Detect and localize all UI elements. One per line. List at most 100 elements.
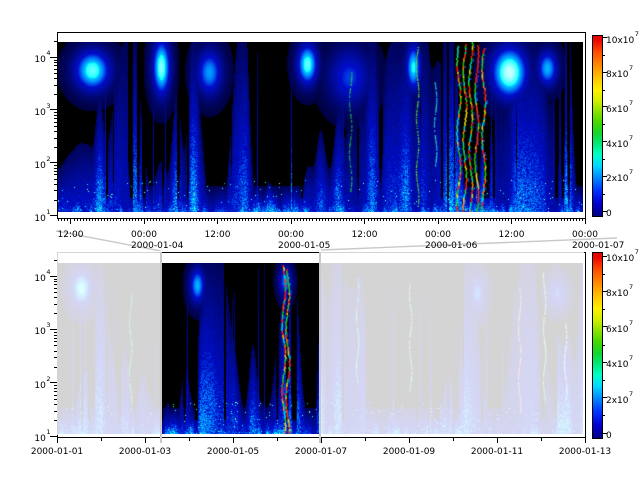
detail-x-minor-tick <box>567 218 568 221</box>
detail-x-minor-tick <box>463 218 464 221</box>
detail-x-minor-tick <box>508 218 509 221</box>
detail-x-minor-tick <box>165 218 166 221</box>
detail-y-minor-tick <box>54 147 58 148</box>
overview-y-tick-label: 104 <box>20 270 50 284</box>
overview-y-minor-tick <box>54 385 58 386</box>
detail-x-minor-tick <box>380 218 381 221</box>
overview-y-minor-tick <box>54 391 58 392</box>
detail-x-minor-tick <box>285 218 286 221</box>
overview-colorbar-tick-label-base: 2x10 <box>606 396 629 406</box>
detail-x-minor-tick <box>340 218 341 221</box>
detail-x-minor-tick <box>159 218 160 221</box>
detail-x-minor-tick <box>257 218 258 221</box>
detail-x-minor-tick <box>193 218 194 221</box>
detail-x-minor-tick <box>447 218 448 221</box>
detail-x-major-tick <box>217 218 218 224</box>
detail-y-minor-tick <box>54 118 58 119</box>
detail-x-minor-tick <box>564 218 565 221</box>
detail-x-minor-tick <box>316 218 317 221</box>
detail-x-minor-tick <box>245 218 246 221</box>
overview-colorbar-minor-tick <box>602 274 605 275</box>
overview-y-tick-label-base: 10 <box>34 274 45 284</box>
detail-x-minor-tick <box>417 218 418 221</box>
detail-x-minor-tick <box>561 218 562 221</box>
detail-x-minor-tick <box>545 218 546 221</box>
detail-colorbar-tick-label-base: 0 <box>606 209 612 219</box>
detail-x-minor-tick <box>322 218 323 221</box>
selection-right-handle[interactable] <box>319 252 321 443</box>
detail-x-minor-tick <box>518 218 519 221</box>
detail-x-minor-tick <box>472 218 473 221</box>
overview-colorbar-tick-label-base: 0 <box>606 431 612 441</box>
overview-x-minor-tick <box>453 437 454 441</box>
overview-colorbar-tick-label-exp: 7 <box>629 390 633 398</box>
detail-y-tick-label-exp: 1 <box>46 208 50 216</box>
detail-x-minor-tick <box>254 218 255 221</box>
detail-x-minor-tick <box>392 218 393 221</box>
detail-x-minor-tick <box>570 218 571 221</box>
overview-x-minor-tick <box>189 437 190 441</box>
detail-x-minor-tick <box>116 218 117 221</box>
detail-x-minor-tick <box>300 218 301 221</box>
overview-colorbar-tick-label-exp: 7 <box>629 319 633 327</box>
detail-x-minor-tick <box>273 218 274 221</box>
overview-y-tick-label-base: 10 <box>34 381 45 391</box>
detail-y-minor-tick <box>54 62 58 63</box>
detail-colorbar-tick-label-base: 10x10 <box>606 36 634 46</box>
detail-x-minor-tick <box>499 218 500 221</box>
overview-y-tick-label: 101 <box>20 430 50 444</box>
detail-x-minor-tick <box>423 218 424 221</box>
overview-y-minor-tick <box>54 335 58 336</box>
overview-y-minor-tick <box>54 367 58 368</box>
overview-colorbar-minor-tick <box>602 345 605 346</box>
detail-x-minor-tick <box>557 218 558 221</box>
detail-x-minor-tick <box>162 218 163 221</box>
detail-x-minor-tick <box>303 218 304 221</box>
detail-x-minor-tick <box>328 218 329 221</box>
detail-x-minor-tick <box>214 218 215 221</box>
overview-y-minor-tick <box>54 341 58 342</box>
detail-x-minor-tick <box>175 218 176 221</box>
detail-x-minor-tick <box>579 218 580 221</box>
overview-y-minor-tick <box>54 395 58 396</box>
detail-x-minor-tick <box>346 218 347 221</box>
detail-x-minor-tick <box>414 218 415 221</box>
overview-colorbar <box>592 252 603 439</box>
overview-y-minor-tick <box>54 279 58 280</box>
overview-x-tick-label: 2000-01-07 <box>289 447 353 457</box>
detail-x-minor-tick <box>248 218 249 221</box>
overview-y-major-tick <box>50 436 57 437</box>
detail-x-minor-tick <box>120 218 121 221</box>
detail-x-minor-tick <box>481 218 482 221</box>
detail-x-minor-tick <box>533 218 534 221</box>
detail-x-minor-tick <box>521 218 522 221</box>
detail-y-major-tick <box>50 162 57 163</box>
detail-colorbar-tick-label: 6x107 <box>606 101 633 115</box>
overview-y-tick-label-base: 10 <box>34 434 45 444</box>
detail-x-minor-tick <box>426 218 427 221</box>
application-window: 12:0000:002000-01-0412:0000:002000-01-05… <box>0 0 640 480</box>
detail-x-minor-tick <box>288 218 289 221</box>
detail-x-minor-tick <box>208 218 209 221</box>
detail-x-minor-tick <box>527 218 528 221</box>
detail-x-minor-tick <box>319 218 320 221</box>
detail-x-minor-tick <box>113 218 114 221</box>
detail-x-minor-tick <box>74 218 75 221</box>
detail-x-minor-tick <box>236 218 237 221</box>
detail-x-minor-tick <box>202 218 203 221</box>
selection-region[interactable] <box>162 252 319 437</box>
detail-x-minor-tick <box>190 218 191 221</box>
detail-x-minor-tick <box>147 218 148 221</box>
overview-colorbar-tick-label: 0 <box>606 427 612 441</box>
detail-x-minor-tick <box>466 218 467 221</box>
detail-x-minor-tick <box>282 218 283 221</box>
overview-y-minor-tick <box>54 332 58 333</box>
overview-x-major-tick <box>233 437 234 443</box>
detail-x-minor-tick <box>242 218 243 221</box>
overview-x-tick-label: 2000-01-03 <box>113 447 177 457</box>
detail-colorbar-tick-label-exp: 7 <box>629 168 633 176</box>
detail-y-minor-tick <box>54 168 58 169</box>
detail-x-minor-tick <box>352 218 353 221</box>
detail-x-minor-tick <box>267 218 268 221</box>
detail-x-minor-tick <box>169 218 170 221</box>
